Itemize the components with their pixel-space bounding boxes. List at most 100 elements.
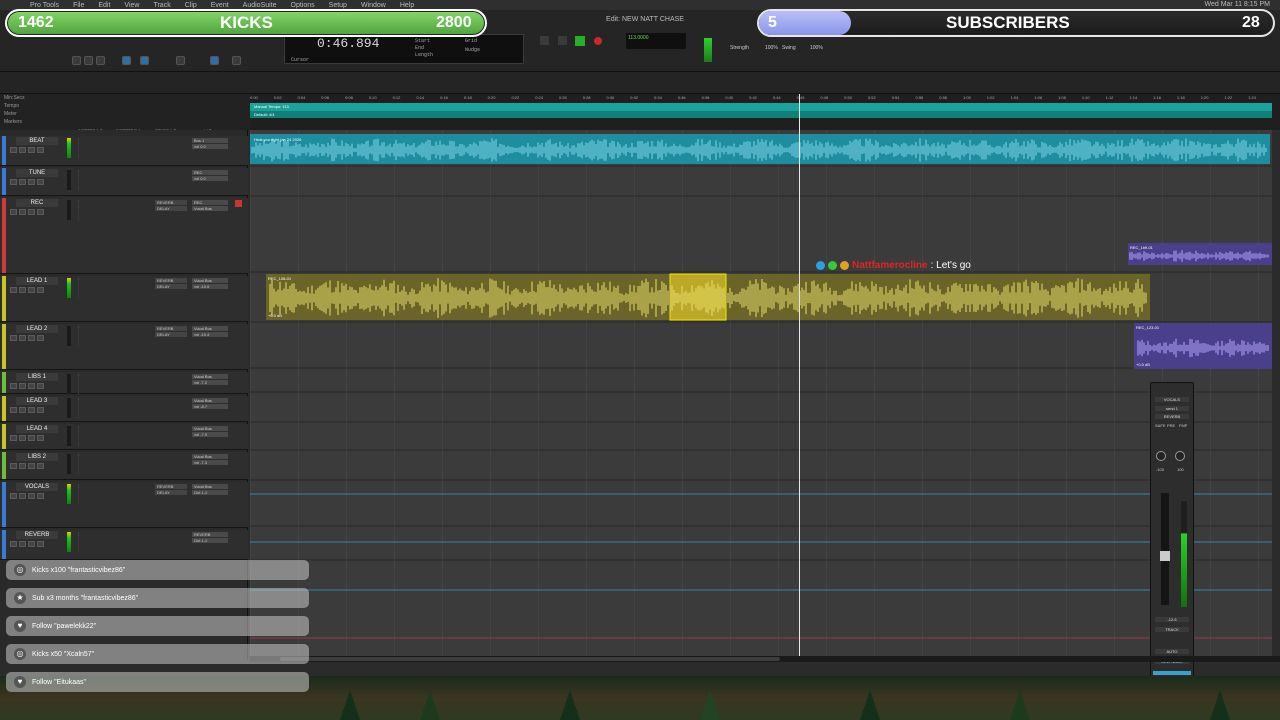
record-button[interactable] <box>594 37 602 45</box>
menu-item[interactable]: Track <box>153 2 170 9</box>
track-header-lead-2[interactable]: LEAD 2 REVERB DELAY Vocal Bus vol -10.4 <box>0 324 248 370</box>
mute-button[interactable] <box>37 287 44 293</box>
track-inserts[interactable] <box>78 374 148 394</box>
mute-button[interactable] <box>37 335 44 341</box>
io-output[interactable]: Out 1-2 <box>192 490 228 495</box>
send-slot[interactable]: REVERB <box>155 326 187 331</box>
zoom-tool-button[interactable] <box>140 56 149 65</box>
track-name[interactable]: LEAD 4 <box>16 425 58 433</box>
mute-button[interactable] <box>37 179 44 185</box>
track-header-reverb[interactable]: REVERB REVERB Out 1-2 <box>0 530 248 560</box>
selector-tool-button[interactable] <box>210 56 219 65</box>
send-slot[interactable]: DELAY <box>155 284 187 289</box>
tool-button[interactable] <box>96 56 105 65</box>
io-input[interactable]: REC <box>192 200 228 205</box>
rec-arm-button[interactable] <box>10 493 17 499</box>
mute-button[interactable] <box>37 463 44 469</box>
rec-arm-button[interactable] <box>10 335 17 341</box>
track-name[interactable]: TUNE <box>16 169 58 177</box>
scrollbar-thumb[interactable] <box>280 657 780 661</box>
track-inserts[interactable] <box>78 138 148 158</box>
menu-item[interactable]: Window <box>361 2 386 9</box>
io-output[interactable]: vol 0.0 <box>192 176 228 181</box>
edit-window-tracks[interactable]: Heat you right (an 24 2026 REC_1bfl-01 R… <box>250 130 1272 660</box>
solo-button[interactable] <box>28 493 35 499</box>
input-monitor-button[interactable] <box>19 209 26 215</box>
io-output[interactable]: Vocal Bus <box>192 206 228 211</box>
input-monitor-button[interactable] <box>19 435 26 441</box>
solo-button[interactable] <box>28 335 35 341</box>
io-input[interactable]: Vocal Bus <box>192 454 228 459</box>
rec-arm-button[interactable] <box>10 541 17 547</box>
pan-left-knob[interactable] <box>1156 451 1166 461</box>
io-input[interactable]: Vocal Bus <box>192 484 228 489</box>
menu-item[interactable]: Options <box>291 2 315 9</box>
track-header-vocals[interactable]: VOCALS REVERB DELAY Vocal Bus Out 1-2 <box>0 482 248 528</box>
menu-item[interactable]: Setup <box>329 2 347 9</box>
solo-button[interactable] <box>28 209 35 215</box>
menu-item[interactable]: AudioSuite <box>243 2 277 9</box>
send-slot[interactable]: DELAY <box>155 206 187 211</box>
track-inserts[interactable] <box>78 326 148 346</box>
tool-button[interactable] <box>72 56 81 65</box>
tool-button[interactable] <box>84 56 93 65</box>
track-header-beat[interactable]: BEAT Bus 1 vol 0.0 <box>0 136 248 166</box>
track-name[interactable]: BEAT <box>16 137 58 145</box>
menu-item[interactable]: Event <box>211 2 229 9</box>
mixer-pre-button[interactable]: PRE <box>1167 423 1175 428</box>
io-input[interactable]: Bus 1 <box>192 138 228 143</box>
menu-item[interactable]: Clip <box>185 2 197 9</box>
track-name[interactable]: REVERB <box>16 531 58 539</box>
io-input[interactable]: Vocal Bus <box>192 374 228 379</box>
trim-tool-button[interactable] <box>176 56 185 65</box>
menu-item[interactable]: Pro Tools <box>30 2 59 9</box>
menu-item[interactable]: View <box>124 2 139 9</box>
solo-button[interactable] <box>28 147 35 153</box>
strength-value[interactable]: 100% <box>765 45 778 51</box>
menu-item[interactable]: File <box>73 2 84 9</box>
solo-button[interactable] <box>28 287 35 293</box>
record-enable-icon[interactable] <box>235 200 242 207</box>
mute-button[interactable] <box>37 541 44 547</box>
tempo-ruler[interactable]: Manual Tempo: 113 <box>250 103 1272 111</box>
io-output[interactable]: Out 1-2 <box>192 538 228 543</box>
input-monitor-button[interactable] <box>19 407 26 413</box>
track-name[interactable]: LIBS 1 <box>16 373 58 381</box>
send-slot[interactable]: REVERB <box>155 200 187 205</box>
input-monitor-button[interactable] <box>19 179 26 185</box>
input-monitor-button[interactable] <box>19 493 26 499</box>
track-name[interactable]: LIBS 2 <box>16 453 58 461</box>
mixer-fmp-button[interactable]: FMP <box>1179 423 1187 428</box>
mixer-send[interactable]: REVERB <box>1155 414 1189 419</box>
track-header-libs-1[interactable]: LIBS 1 Vocal Bus vol -7.2 <box>0 372 248 394</box>
volume-fader-cap[interactable] <box>1160 551 1170 561</box>
track-inserts[interactable] <box>78 454 148 474</box>
grabber-tool-button[interactable] <box>232 56 241 65</box>
mute-button[interactable] <box>37 493 44 499</box>
mixer-volume-value[interactable]: -12.6 <box>1155 617 1189 622</box>
io-input[interactable]: Vocal Bus <box>192 398 228 403</box>
play-button[interactable] <box>575 36 585 46</box>
send-slot[interactable]: DELAY <box>155 490 187 495</box>
mixer-insert[interactable]: send 1 <box>1155 406 1189 411</box>
solo-button[interactable] <box>28 435 35 441</box>
mute-button[interactable] <box>37 383 44 389</box>
rewind-button[interactable] <box>558 36 567 45</box>
solo-button[interactable] <box>28 541 35 547</box>
rec-arm-button[interactable] <box>10 209 17 215</box>
menu-item[interactable]: Help <box>400 2 414 9</box>
horizontal-scrollbar[interactable] <box>250 656 1280 662</box>
io-output[interactable]: vol -10.6 <box>192 284 228 289</box>
track-name[interactable]: REC <box>16 199 58 207</box>
meter-ruler[interactable]: Default: 4/4 <box>250 111 1272 118</box>
io-output[interactable]: vol -8.7 <box>192 404 228 409</box>
track-name[interactable]: LEAD 1 <box>16 277 58 285</box>
input-monitor-button[interactable] <box>19 335 26 341</box>
track-inserts[interactable] <box>78 426 148 446</box>
track-inserts[interactable] <box>78 278 148 298</box>
input-monitor-button[interactable] <box>19 287 26 293</box>
input-monitor-button[interactable] <box>19 147 26 153</box>
mute-button[interactable] <box>37 147 44 153</box>
main-counter[interactable]: 0:46.894 Start End Length Cursor Grid Nu… <box>284 34 524 64</box>
input-monitor-button[interactable] <box>19 383 26 389</box>
